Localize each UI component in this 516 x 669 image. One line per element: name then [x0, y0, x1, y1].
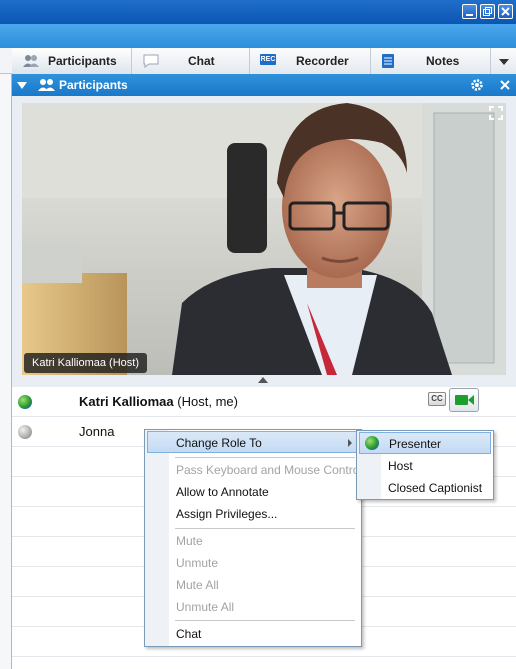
chevron-down-icon — [499, 59, 509, 65]
panel-tab-bar: Participants Chat REC Recorder Notes — [0, 48, 516, 74]
participants-icon — [23, 55, 39, 67]
participant-name-wrap: Katri Kalliomaa (Host, me) — [79, 394, 238, 409]
submenu-arrow-icon — [348, 439, 352, 447]
participant-name: Jonna — [79, 424, 115, 439]
restore-button[interactable] — [480, 4, 495, 19]
video-feed — [22, 103, 506, 375]
menu-item-label: Closed Captionist — [388, 481, 483, 495]
menu-item-pass-control[interactable]: Pass Keyboard and Mouse Control — [145, 459, 363, 481]
menu-separator — [175, 528, 355, 529]
tab-label: Notes — [426, 54, 460, 68]
menu-item-label: Change Role To — [176, 436, 262, 450]
empty-row — [12, 657, 516, 669]
participants-icon — [38, 79, 55, 91]
menu-item-label: Unmute All — [176, 600, 235, 614]
menu-item-mute[interactable]: Mute — [145, 530, 361, 552]
participants-panel-header: Participants — [12, 74, 516, 96]
tab-overflow-dropdown[interactable] — [491, 48, 516, 74]
menu-separator — [175, 457, 355, 458]
menu-item-label: Chat — [176, 627, 202, 641]
webcam-image — [22, 103, 506, 375]
chat-bubble-icon — [143, 54, 159, 68]
status-dot-icon — [18, 425, 32, 439]
collapse-triangle-icon[interactable] — [17, 82, 27, 89]
video-camera-icon — [455, 395, 474, 405]
participant-row[interactable]: Katri Kalliomaa (Host, me) CC — [12, 387, 516, 417]
context-menu: Change Role To Pass Keyboard and Mouse C… — [144, 429, 362, 647]
menu-item-assign-privileges[interactable]: Assign Privileges... — [145, 503, 361, 525]
close-icon[interactable] — [500, 80, 510, 90]
tab-label: Recorder — [296, 54, 349, 68]
close-icon — [501, 7, 510, 16]
minimize-button[interactable] — [462, 4, 477, 19]
fullscreen-icon[interactable] — [489, 106, 503, 120]
app-window: Participants Chat REC Recorder Notes Par… — [0, 0, 516, 669]
participant-role: (Host, me) — [177, 394, 238, 409]
menu-item-label: Host — [388, 459, 413, 473]
menu-item-label: Unmute — [176, 556, 219, 570]
title-bar — [0, 0, 516, 24]
panel-title: Participants — [59, 78, 128, 92]
menu-item-label: Allow to Annotate — [176, 485, 269, 499]
restore-icon — [483, 7, 492, 16]
menu-item-mute-all[interactable]: Mute All — [145, 574, 361, 596]
tab-notes[interactable]: Notes — [371, 48, 491, 74]
menu-separator — [175, 620, 355, 621]
toolbar-band — [0, 24, 516, 48]
notes-icon — [382, 54, 394, 68]
rec-icon: REC — [260, 54, 276, 65]
tab-chat[interactable]: Chat — [132, 48, 250, 74]
menu-item-label: Assign Privileges... — [176, 507, 278, 521]
menu-item-unmute-all[interactable]: Unmute All — [145, 596, 361, 618]
menu-item-label: Mute — [176, 534, 203, 548]
participant-name: Katri Kalliomaa — [79, 394, 174, 409]
chevron-up-icon[interactable] — [258, 377, 268, 383]
video-caption: Katri Kalliomaa (Host) — [24, 353, 147, 373]
change-role-submenu: Presenter Host Closed Captionist — [356, 430, 494, 500]
submenu-item-closed-captionist[interactable]: Closed Captionist — [357, 477, 493, 499]
tab-label: Chat — [188, 54, 215, 68]
menu-item-label: Mute All — [176, 578, 219, 592]
left-splitter[interactable] — [0, 74, 12, 669]
presenter-globe-icon — [18, 395, 32, 409]
close-window-button[interactable] — [498, 4, 513, 19]
submenu-item-host[interactable]: Host — [357, 455, 493, 477]
menu-item-chat[interactable]: Chat — [145, 623, 361, 645]
tab-participants[interactable]: Participants — [12, 48, 132, 74]
menu-item-label: Pass Keyboard and Mouse Control — [176, 463, 363, 477]
tab-label: Participants — [48, 54, 117, 68]
tab-recorder[interactable]: REC Recorder — [250, 48, 371, 74]
menu-item-label: Presenter — [389, 437, 442, 451]
menu-item-unmute[interactable]: Unmute — [145, 552, 361, 574]
camera-button[interactable] — [449, 388, 479, 412]
closed-caption-icon[interactable]: CC — [428, 392, 446, 406]
gear-icon[interactable] — [470, 78, 484, 92]
submenu-item-presenter[interactable]: Presenter — [359, 432, 491, 454]
globe-icon — [365, 436, 379, 450]
minimize-icon — [466, 14, 473, 16]
menu-item-allow-annotate[interactable]: Allow to Annotate — [145, 481, 361, 503]
menu-item-change-role[interactable]: Change Role To — [147, 431, 359, 453]
